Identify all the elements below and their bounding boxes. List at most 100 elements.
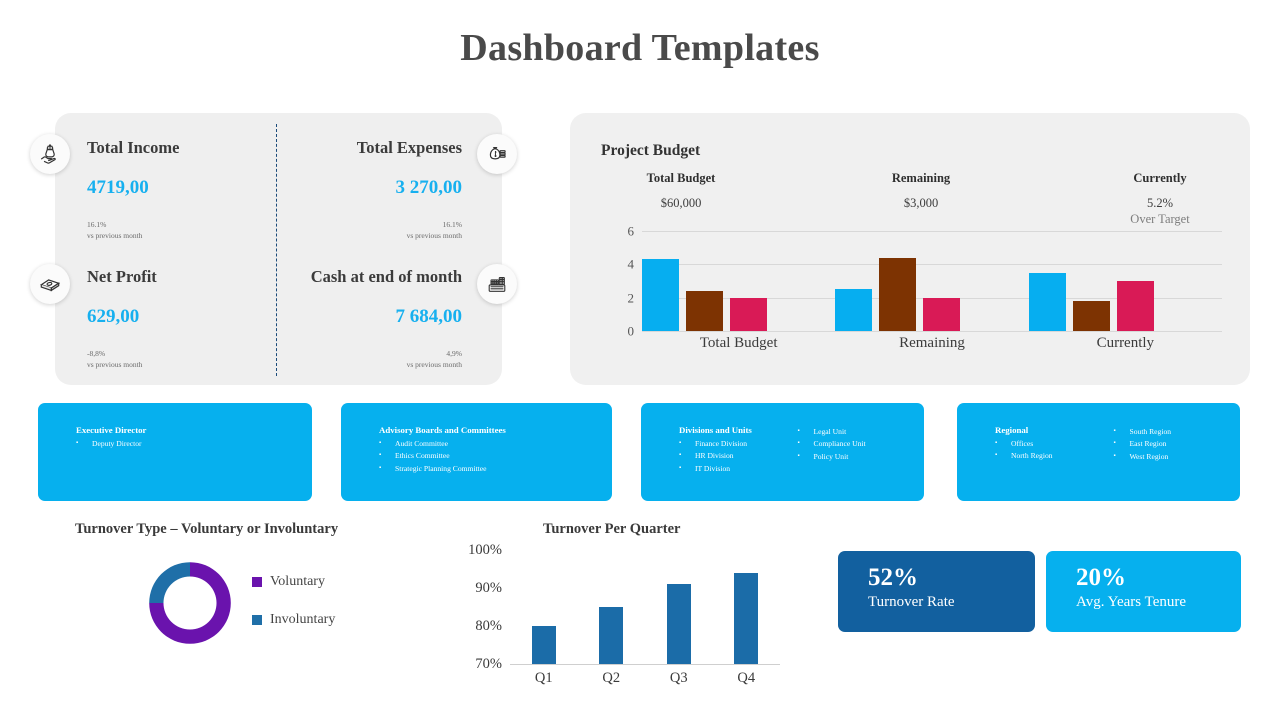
tile-label: Turnover Rate bbox=[868, 594, 955, 611]
org-card-list-item: Audit Committee bbox=[357, 438, 596, 450]
budget-chart-x-axis: Total Budget Remaining Currently bbox=[642, 335, 1222, 352]
y-tick-label: 0 bbox=[627, 323, 635, 339]
bar-slot bbox=[510, 550, 578, 664]
y-tick-label: 2 bbox=[627, 290, 635, 306]
org-card-column-secondary: South RegionEast RegionWest Region bbox=[1104, 425, 1225, 491]
kpi-value: 7 684,00 bbox=[395, 306, 463, 327]
y-tick-label: 90% bbox=[475, 579, 502, 596]
bar bbox=[1116, 281, 1154, 331]
org-card-list: South RegionEast RegionWest Region bbox=[1104, 426, 1225, 463]
y-tick-label: 70% bbox=[475, 655, 502, 672]
kpi-delta: -8,8% vs previous month bbox=[87, 348, 287, 371]
kpi-delta-note: vs previous month bbox=[406, 360, 462, 370]
org-card-column: Divisions and Units Finance DivisionHR D… bbox=[657, 425, 778, 491]
tile-turnover-rate[interactable]: 52% Turnover Rate bbox=[838, 551, 1035, 632]
budget-column-remaining: Remaining $3,000 bbox=[831, 171, 1011, 211]
x-tick-label: Q2 bbox=[602, 670, 621, 686]
kpi-total-expenses: Total Expenses 3 270,00 16.1% vs previou… bbox=[262, 138, 462, 242]
budget-column-sub: Over Target bbox=[1130, 212, 1190, 226]
bar-group bbox=[835, 231, 1028, 331]
y-tick-label: 6 bbox=[627, 223, 635, 239]
org-card-list: OfficesNorth Region bbox=[973, 438, 1094, 463]
budget-column-value: $60,000 bbox=[660, 196, 702, 210]
org-card-list-item: South Region bbox=[1104, 426, 1225, 438]
bar bbox=[923, 297, 961, 331]
project-budget-title: Project Budget bbox=[601, 142, 701, 159]
legend-swatch bbox=[252, 577, 262, 587]
org-card-divisions-and-units[interactable]: Divisions and Units Finance DivisionHR D… bbox=[641, 403, 924, 501]
turnover-type-legend: Voluntary Involuntary bbox=[252, 574, 335, 650]
kpi-delta-pct: -8,8% bbox=[87, 349, 106, 358]
org-card-list-item: HR Division bbox=[657, 450, 778, 462]
turnover-per-quarter-chart: 70% 80% 90% 100% Q1 Q2 Q3 Q4 bbox=[450, 543, 780, 690]
kpi-label: Cash at end of month bbox=[310, 267, 462, 286]
org-card-regional[interactable]: Regional OfficesNorth Region South Regio… bbox=[957, 403, 1240, 501]
org-card-list: Audit CommitteeEthics CommitteeStrategic… bbox=[357, 438, 596, 475]
project-budget-chart: 6 4 2 0 Total Budget Remaining Currently bbox=[612, 225, 1222, 351]
bar bbox=[642, 259, 679, 331]
budget-column-head: Currently bbox=[1133, 171, 1187, 185]
bar bbox=[531, 626, 556, 664]
quarter-chart-bars bbox=[510, 550, 780, 664]
org-card-column: Advisory Boards and Committees Audit Com… bbox=[357, 425, 596, 491]
page-title: Dashboard Templates bbox=[460, 27, 820, 69]
y-tick-label: 4 bbox=[627, 256, 635, 272]
bar bbox=[879, 257, 917, 331]
kpi-value: 3 270,00 bbox=[395, 177, 463, 198]
budget-column-value: $3,000 bbox=[903, 196, 939, 210]
org-card-list-item: Finance Division bbox=[657, 438, 778, 450]
kpi-label: Total Expenses bbox=[356, 138, 462, 157]
x-tick-label: Q1 bbox=[534, 670, 553, 686]
org-card-list-item: Policy Unit bbox=[788, 451, 909, 463]
turnover-per-quarter-title: Turnover Per Quarter bbox=[543, 521, 681, 537]
kpi-delta-pct: 16.1% bbox=[87, 220, 107, 229]
x-tick-label: Remaining bbox=[899, 335, 965, 351]
budget-column-head: Total Budget bbox=[646, 171, 716, 185]
org-card-list-item: Deputy Director bbox=[54, 438, 296, 450]
bar bbox=[835, 289, 873, 331]
org-card-list-item: IT Division bbox=[657, 463, 778, 475]
org-card-column: Regional OfficesNorth Region bbox=[973, 425, 1094, 491]
kpi-delta-pct: 16.1% bbox=[442, 220, 462, 229]
kpi-value: 629,00 bbox=[87, 306, 140, 327]
y-tick-label: 100% bbox=[468, 541, 502, 558]
org-card-title: Executive Director bbox=[76, 425, 147, 435]
quarter-chart-x-axis: Q1 Q2 Q3 Q4 bbox=[510, 670, 780, 687]
kpi-net-profit: Net Profit 629,00 -8,8% vs previous mont… bbox=[87, 267, 287, 371]
tile-avg-years-tenure[interactable]: 20% Avg. Years Tenure bbox=[1046, 551, 1241, 632]
bar bbox=[734, 572, 759, 664]
x-tick-label: Currently bbox=[1096, 335, 1155, 351]
org-card-title: Advisory Boards and Committees bbox=[379, 425, 506, 435]
budget-chart-y-axis: 6 4 2 0 bbox=[612, 225, 635, 338]
org-card-list-item: Strategic Planning Committee bbox=[357, 463, 596, 475]
legend-label: Involuntary bbox=[270, 612, 336, 627]
org-card-list: Finance DivisionHR DivisionIT Division bbox=[657, 438, 778, 475]
cash-stack-icon bbox=[30, 264, 70, 304]
org-card-title: Regional bbox=[995, 425, 1029, 435]
org-card-list: Legal UnitCompliance UnitPolicy Unit bbox=[788, 426, 909, 463]
kpi-delta-note: vs previous month bbox=[87, 231, 143, 241]
quarter-chart-plot bbox=[510, 550, 780, 665]
org-card-list: Deputy Director bbox=[54, 438, 296, 450]
bar-slot bbox=[578, 550, 646, 664]
bar bbox=[666, 584, 691, 664]
bar-slot bbox=[713, 550, 781, 664]
org-card-advisory-boards[interactable]: Advisory Boards and Committees Audit Com… bbox=[341, 403, 612, 501]
kpi-delta: 4,9% vs previous month bbox=[262, 348, 462, 371]
x-tick-label: Total Budget bbox=[699, 335, 778, 351]
cash-register-icon bbox=[477, 264, 517, 304]
bar bbox=[686, 291, 723, 331]
hand-money-icon bbox=[30, 134, 70, 174]
legend-item-involuntary: Involuntary bbox=[252, 612, 335, 628]
budget-chart-plot bbox=[642, 231, 1222, 332]
gridline bbox=[642, 331, 1222, 332]
budget-column-head: Remaining bbox=[891, 171, 951, 185]
bar-slot bbox=[645, 550, 713, 664]
tile-value: 20% bbox=[1076, 564, 1126, 591]
org-card-list-item: Ethics Committee bbox=[357, 450, 596, 462]
bar-group bbox=[642, 231, 835, 331]
kpi-label: Total Income bbox=[87, 138, 180, 157]
org-card-executive-director[interactable]: Executive Director Deputy Director bbox=[38, 403, 312, 501]
kpi-delta: 16.1% vs previous month bbox=[262, 219, 462, 242]
quarter-chart-y-axis: 70% 80% 90% 100% bbox=[450, 543, 502, 671]
